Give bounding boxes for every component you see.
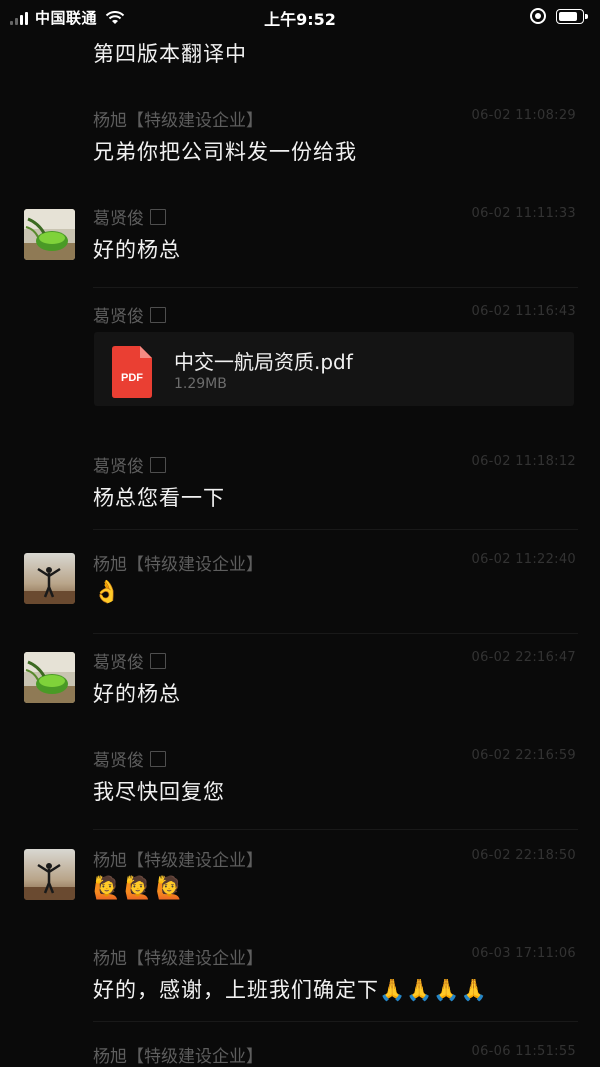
message-divider bbox=[93, 633, 578, 634]
message-time: 06-02 22:18:50 bbox=[471, 848, 576, 863]
message-text: 我尽快回复您 bbox=[93, 780, 225, 804]
message-time: 06-02 11:18:12 bbox=[471, 454, 576, 469]
sender-name-label: 葛贤俊 bbox=[93, 653, 144, 673]
message-item[interactable]: 葛贤俊 06-02 11:18:12 杨总您看一下 bbox=[0, 446, 600, 530]
person-avatar-image bbox=[24, 553, 75, 604]
status-bar: 中国联通 上午9:52 bbox=[0, 0, 600, 34]
sender-name-label: 杨旭【特级建设企业】 bbox=[93, 851, 263, 871]
message-divider bbox=[93, 1021, 578, 1022]
tea-avatar-image bbox=[24, 209, 75, 260]
message-item[interactable]: 杨旭【特级建设企业】 06-02 11:08:29 兄弟你把公司料发一份给我 bbox=[0, 98, 600, 190]
message-time: 06-02 22:16:47 bbox=[471, 650, 576, 665]
message-time: 06-03 17:11:06 bbox=[471, 946, 576, 961]
avatar-person[interactable] bbox=[24, 553, 75, 604]
checkbox-icon bbox=[150, 750, 166, 767]
message-time: 06-06 11:51:55 bbox=[471, 1044, 576, 1059]
avatar-tea[interactable] bbox=[24, 652, 75, 703]
sender-name: 葛贤俊 bbox=[93, 746, 166, 771]
message-item[interactable]: 葛贤俊 06-02 22:16:47 好的杨总 bbox=[0, 642, 600, 732]
sender-name: 葛贤俊 bbox=[93, 204, 166, 229]
sender-name: 葛贤俊 bbox=[93, 302, 166, 327]
message-time: 06-02 11:11:33 bbox=[471, 206, 576, 221]
message-time: 06-02 11:08:29 bbox=[471, 108, 576, 123]
message-text: 兄弟你把公司料发一份给我 bbox=[93, 140, 357, 164]
sender-name-label: 葛贤俊 bbox=[93, 751, 144, 771]
avatar-person[interactable] bbox=[24, 849, 75, 900]
sender-name: 葛贤俊 bbox=[93, 452, 166, 477]
message-text: 第四版本翻译中 bbox=[93, 42, 247, 66]
sender-name: 杨旭【特级建设企业】 bbox=[93, 944, 263, 969]
sender-name-label: 杨旭【特级建设企业】 bbox=[93, 555, 263, 575]
checkbox-icon bbox=[150, 306, 166, 323]
message-item[interactable]: 杨旭【特级建设企业】 06-06 11:51:55 bbox=[0, 1034, 600, 1067]
pdf-icon-label: PDF bbox=[121, 372, 143, 384]
message-divider bbox=[93, 829, 578, 830]
pdf-file-icon: PDF bbox=[112, 346, 152, 398]
message-text: 好的杨总 bbox=[93, 238, 181, 262]
checkbox-icon bbox=[150, 652, 166, 669]
message-item[interactable]: 葛贤俊 06-02 22:16:59 我尽快回复您 bbox=[0, 740, 600, 830]
message-time: 06-02 11:16:43 bbox=[471, 304, 576, 319]
message-item[interactable]: 葛贤俊 06-02 11:11:33 好的杨总 bbox=[0, 198, 600, 288]
message-divider bbox=[93, 287, 578, 288]
message-item[interactable]: 杨旭【特级建设企业】 06-02 22:18:50 🙋🙋🙋 bbox=[0, 838, 600, 930]
message-item[interactable]: 葛贤俊 06-02 11:16:43 PDF 中交一航局资质.pdf 1.29M… bbox=[0, 296, 600, 432]
orientation-lock-icon bbox=[530, 8, 546, 24]
sender-name-label: 杨旭【特级建设企业】 bbox=[93, 111, 263, 131]
file-size: 1.29MB bbox=[174, 376, 227, 392]
sender-name-label: 葛贤俊 bbox=[93, 209, 144, 229]
tea-avatar-image bbox=[24, 652, 75, 703]
status-right bbox=[530, 8, 588, 24]
sender-name: 杨旭【特级建设企业】 bbox=[93, 846, 263, 871]
file-name: 中交一航局资质.pdf bbox=[174, 350, 353, 374]
message-text: 杨总您看一下 bbox=[93, 486, 225, 510]
sender-name-label: 葛贤俊 bbox=[93, 457, 144, 477]
sender-name: 葛贤俊 bbox=[93, 648, 166, 673]
message-item[interactable]: 杨旭【特级建设企业】 06-02 11:22:40 👌 bbox=[0, 544, 600, 634]
battery-icon bbox=[556, 8, 588, 24]
sender-name: 杨旭【特级建设企业】 bbox=[93, 550, 263, 575]
message-text: 好的，感谢，上班我们确定下🙏🙏🙏🙏 bbox=[93, 978, 488, 1002]
message-text: 好的杨总 bbox=[93, 682, 181, 706]
sender-name-label: 杨旭【特级建设企业】 bbox=[93, 1047, 263, 1067]
avatar-tea[interactable] bbox=[24, 209, 75, 260]
sender-name-label: 葛贤俊 bbox=[93, 307, 144, 327]
sender-name: 杨旭【特级建设企业】 bbox=[93, 106, 263, 131]
file-attachment-card[interactable]: PDF 中交一航局资质.pdf 1.29MB bbox=[94, 332, 574, 406]
status-time: 上午9:52 bbox=[264, 10, 336, 29]
message-item[interactable]: 第四版本翻译中 bbox=[0, 34, 600, 98]
checkbox-icon bbox=[150, 208, 166, 225]
message-time: 06-02 22:16:59 bbox=[471, 748, 576, 763]
message-divider bbox=[93, 529, 578, 530]
sender-name-label: 杨旭【特级建设企业】 bbox=[93, 949, 263, 969]
message-item[interactable]: 杨旭【特级建设企业】 06-03 17:11:06 好的，感谢，上班我们确定下🙏… bbox=[0, 936, 600, 1022]
checkbox-icon bbox=[150, 456, 166, 473]
message-emoji: 🙋🙋🙋 bbox=[93, 876, 188, 901]
sender-name: 杨旭【特级建设企业】 bbox=[93, 1042, 263, 1067]
message-emoji: 👌 bbox=[93, 580, 125, 605]
person-avatar-image bbox=[24, 849, 75, 900]
message-time: 06-02 11:22:40 bbox=[471, 552, 576, 567]
